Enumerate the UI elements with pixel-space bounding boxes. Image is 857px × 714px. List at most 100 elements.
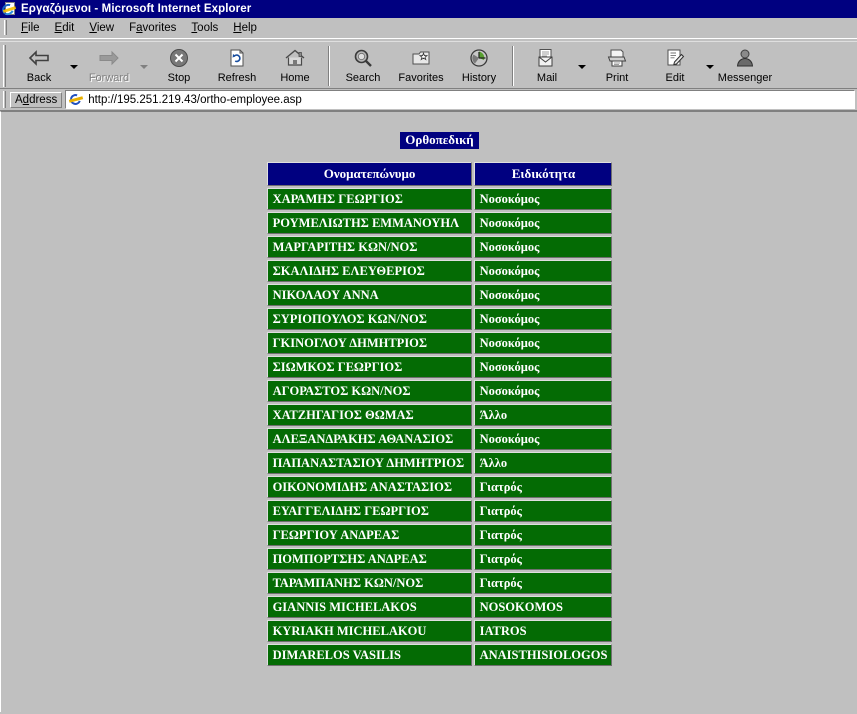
table-row: ΑΓΟΡΑΣΤΟΣ ΚΩΝ/ΝΟΣ Νοσοκόμος <box>266 380 613 402</box>
cell-employee-name: ΑΛΕΞΑΝΔΡΑΚΗΣ ΑΘΑΝΑΣΙΟΣ <box>266 428 472 450</box>
toolbar-button-print[interactable]: Print <box>588 44 646 88</box>
toolbar-edit-dropdown[interactable] <box>704 44 716 88</box>
menu-bar: File Edit View Favorites Tools Help <box>0 18 857 38</box>
table-row: ΓΕΩΡΓΙΟΥ ΑΝΔΡΕΑΣ Γιατρός <box>266 524 613 546</box>
web-page-body: Ορθοπεδική Ονοματεπώνυμο Ειδικότητα ΧΑΡΑ… <box>1 112 857 712</box>
cell-employee-name: DIMARELOS VASILIS <box>266 644 472 666</box>
table-row: ΑΛΕΞΑΝΔΡΑΚΗΣ ΑΘΑΝΑΣΙΟΣ Νοσοκόμος <box>266 428 613 450</box>
cell-employee-name: ΣΚΑΛΙΔΗΣ ΕΛΕΥΘΕΡΙΟΣ <box>266 260 472 282</box>
cell-employee-name: ΧΑΤΖΗΓΑΓΙΟΣ ΘΩΜΑΣ <box>266 404 472 426</box>
table-row: ΟΙΚΟΝΟΜΙΔΗΣ ΑΝΑΣΤΑΣΙΟΣ Γιατρός <box>266 476 613 498</box>
cell-employee-specialty: Νοσοκόμος <box>473 380 613 402</box>
toolbar-label-messenger: Messenger <box>717 72 773 84</box>
cell-employee-specialty: Νοσοκόμος <box>473 188 613 210</box>
cell-employee-specialty: Γιατρός <box>473 524 613 546</box>
toolbar-back-dropdown[interactable] <box>68 44 80 88</box>
address-input[interactable]: http://195.251.219.43/ortho-employee.asp <box>65 90 855 109</box>
messenger-person-icon <box>732 47 758 69</box>
table-row: GIANNIS MICHELAKOS NOSOKOMOS <box>266 596 613 618</box>
table-row: ΜΑΡΓΑΡΙΤΗΣ ΚΩΝ/ΝΟΣ Νοσοκόμος <box>266 236 613 258</box>
employee-table-head: Ονοματεπώνυμο Ειδικότητα <box>266 162 613 186</box>
forward-arrow-icon <box>96 47 122 69</box>
address-bar: Address http://195.251.219.43/ortho-empl… <box>0 89 857 111</box>
table-row: KYRIAKH MICHELAKOU IATROS <box>266 620 613 642</box>
column-header-name: Ονοματεπώνυμο <box>266 162 472 186</box>
cell-employee-name: ΟΙΚΟΝΟΜΙΔΗΣ ΑΝΑΣΤΑΣΙΟΣ <box>266 476 472 498</box>
toolbar-button-home[interactable]: Home <box>266 44 324 88</box>
cell-employee-specialty: IATROS <box>473 620 613 642</box>
cell-employee-specialty: Νοσοκόμος <box>473 308 613 330</box>
cell-employee-specialty: ANAISTHISIOLOGOS <box>473 644 613 666</box>
toolbar-button-history[interactable]: History <box>450 44 508 88</box>
cell-employee-specialty: NOSOKOMOS <box>473 596 613 618</box>
toolbar-button-favorites[interactable]: Favorites <box>392 44 450 88</box>
employee-table-container: Ονοματεπώνυμο Ειδικότητα ΧΑΡΑΜΗΣ ΓΕΩΡΓΙΟ… <box>22 159 857 669</box>
address-url-text: http://195.251.219.43/ortho-employee.asp <box>88 93 302 106</box>
cell-employee-name: ΑΓΟΡΑΣΤΟΣ ΚΩΝ/ΝΟΣ <box>266 380 472 402</box>
mail-icon <box>534 47 560 69</box>
cell-employee-name: ΤΑΡΑΜΠΑΝΗΣ ΚΩΝ/ΝΟΣ <box>266 572 472 594</box>
cell-employee-name: ΠΟΜΠΟΡΤΣΗΣ ΑΝΔΡΕΑΣ <box>266 548 472 570</box>
toolbar-label-favorites: Favorites <box>398 72 444 84</box>
toolbar-button-back[interactable]: Back <box>10 44 68 88</box>
toolbar-button-forward[interactable]: Forward <box>80 44 138 88</box>
cell-employee-specialty: Νοσοκόμος <box>473 428 613 450</box>
toolbar-label-mail: Mail <box>536 72 558 84</box>
menu-item-help[interactable]: Help <box>226 21 265 35</box>
table-row: ΧΑΡΑΜΗΣ ΓΕΩΡΓΙΟΣ Νοσοκόμος <box>266 188 613 210</box>
table-row: ΤΑΡΑΜΠΑΝΗΣ ΚΩΝ/ΝΟΣ Γιατρός <box>266 572 613 594</box>
cell-employee-name: ΣΙΩΜΚΟΣ ΓΕΩΡΓΙΟΣ <box>266 356 472 378</box>
back-arrow-icon <box>26 47 52 69</box>
cell-employee-name: ΓΕΩΡΓΙΟΥ ΑΝΔΡΕΑΣ <box>266 524 472 546</box>
department-badge-container: Ορθοπεδική <box>22 112 857 149</box>
table-row: DIMARELOS VASILIS ANAISTHISIOLOGOS <box>266 644 613 666</box>
cell-employee-specialty: Νοσοκόμος <box>473 332 613 354</box>
browser-client-area: Ορθοπεδική Ονοματεπώνυμο Ειδικότητα ΧΑΡΑ… <box>0 111 857 712</box>
menu-item-edit[interactable]: Edit <box>48 21 83 35</box>
window-title-bar: Εργαζόμενοι - Microsoft Internet Explore… <box>0 0 857 18</box>
cell-employee-name: ΕΥΑΓΓΕΛΙΔΗΣ ΓΕΩΡΓΙΟΣ <box>266 500 472 522</box>
department-badge: Ορθοπεδική <box>400 132 479 149</box>
toolbar-button-refresh[interactable]: Refresh <box>208 44 266 88</box>
cell-employee-specialty: Γιατρός <box>473 548 613 570</box>
printer-icon <box>604 47 630 69</box>
table-row: ΣΙΩΜΚΟΣ ΓΕΩΡΓΙΟΣ Νοσοκόμος <box>266 356 613 378</box>
menu-item-tools[interactable]: Tools <box>184 21 226 35</box>
table-row: ΡΟΥΜΕΛΙΩΤΗΣ ΕΜΜΑΝΟΥΗΛ Νοσοκόμος <box>266 212 613 234</box>
menu-item-file[interactable]: File <box>14 21 48 35</box>
cell-employee-name: ΣΥΡΙΟΠΟΥΛΟΣ ΚΩΝ/ΝΟΣ <box>266 308 472 330</box>
toolbar-label-refresh: Refresh <box>217 72 257 84</box>
toolbar-button-messenger[interactable]: Messenger <box>716 44 774 88</box>
cell-employee-name: ΓΚΙΝΟΓΛΟΥ ΔΗΜΗΤΡΙΟΣ <box>266 332 472 354</box>
menu-item-view[interactable]: View <box>82 21 122 35</box>
cell-employee-specialty: Γιατρός <box>473 476 613 498</box>
table-row: ΠΟΜΠΟΡΤΣΗΣ ΑΝΔΡΕΑΣ Γιατρός <box>266 548 613 570</box>
menu-item-favorites[interactable]: Favorites <box>122 21 184 35</box>
toolbar-button-mail[interactable]: Mail <box>518 44 576 88</box>
cell-employee-name: ΡΟΥΜΕΛΙΩΤΗΣ ΕΜΜΑΝΟΥΗΛ <box>266 212 472 234</box>
toolbar-grip[interactable] <box>3 45 6 87</box>
toolbar-mail-dropdown[interactable] <box>576 44 588 88</box>
table-header-row: Ονοματεπώνυμο Ειδικότητα <box>266 162 613 186</box>
column-header-specialty: Ειδικότητα <box>473 162 613 186</box>
table-row: ΓΚΙΝΟΓΛΟΥ ΔΗΜΗΤΡΙΟΣ Νοσοκόμος <box>266 332 613 354</box>
table-row: ΧΑΤΖΗΓΑΓΙΟΣ ΘΩΜΑΣ Άλλο <box>266 404 613 426</box>
table-row: ΣΥΡΙΟΠΟΥΛΟΣ ΚΩΝ/ΝΟΣ Νοσοκόμος <box>266 308 613 330</box>
cell-employee-specialty: Άλλο <box>473 404 613 426</box>
toolbar-label-print: Print <box>605 72 629 84</box>
employee-table-body: ΧΑΡΑΜΗΣ ΓΕΩΡΓΙΟΣ Νοσοκόμος ΡΟΥΜΕΛΙΩΤΗΣ ΕΜΜ… <box>266 188 613 666</box>
menu-bar-grip[interactable] <box>4 20 7 35</box>
toolbar-button-search[interactable]: Search <box>334 44 392 88</box>
cell-employee-specialty: Γιατρός <box>473 572 613 594</box>
history-clock-icon <box>466 47 492 69</box>
toolbar-button-stop[interactable]: Stop <box>150 44 208 88</box>
table-row: ΣΚΑΛΙΔΗΣ ΕΛΕΥΘΕΡΙΟΣ Νοσοκόμος <box>266 260 613 282</box>
toolbar-button-edit[interactable]: Edit <box>646 44 704 88</box>
address-bar-grip[interactable] <box>3 91 6 108</box>
stop-icon <box>166 47 192 69</box>
ie-page-icon <box>68 91 84 108</box>
toolbar-forward-dropdown[interactable] <box>138 44 150 88</box>
toolbar-label-home: Home <box>280 72 310 84</box>
toolbar-label-search: Search <box>345 72 381 84</box>
home-icon <box>282 47 308 69</box>
